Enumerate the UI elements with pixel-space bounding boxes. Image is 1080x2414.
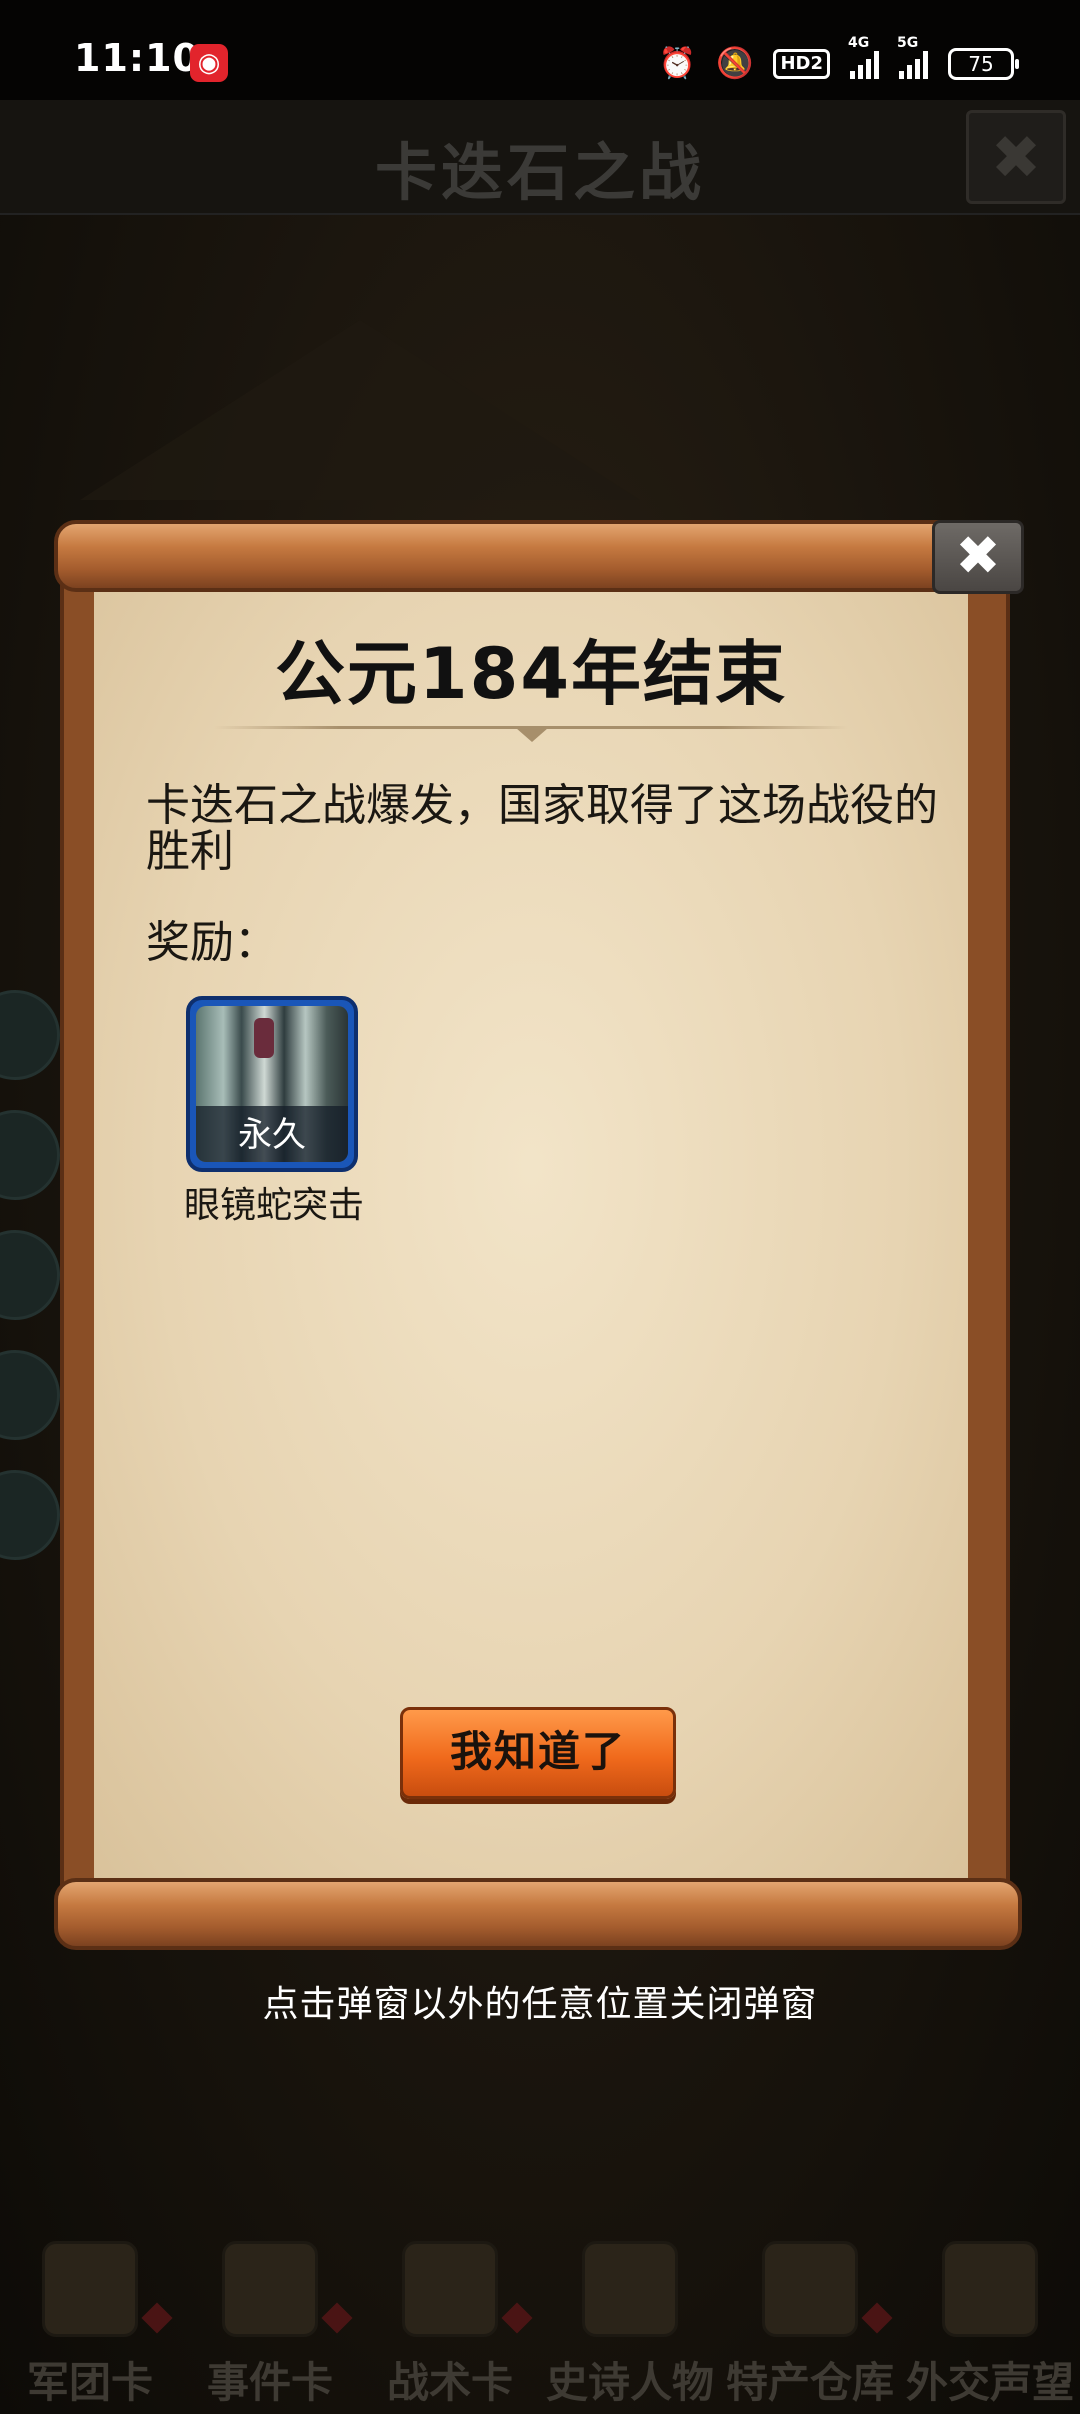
bottom-nav: 军团卡 事件卡 战术卡 史诗人物 特产仓库 外交声望 <box>0 2235 1080 2414</box>
status-bar: 11:10 ◉ ⏰ 🔕 HD2 4G 5G 75 <box>0 0 1080 100</box>
title-divider <box>214 726 848 742</box>
letter-icon <box>942 2241 1038 2337</box>
close-icon: ✖ <box>955 524 1001 587</box>
alarm-icon: ⏰ <box>658 46 697 81</box>
notification-dot <box>141 2302 173 2334</box>
close-icon: ✖ <box>990 123 1042 193</box>
notification-dot <box>861 2302 893 2334</box>
reward-duration-tag: 永久 <box>238 1115 306 1155</box>
nav-label: 外交声望 <box>905 2358 1074 2407</box>
scroll-icon <box>222 2241 318 2337</box>
side-button <box>0 990 60 1080</box>
hd-badge: HD2 <box>773 49 830 79</box>
signal-5g-icon: 5G <box>897 35 928 79</box>
nav-item-diplomacy[interactable]: 外交声望 <box>900 2235 1080 2414</box>
confirm-button[interactable]: 我知道了 <box>400 1707 676 1799</box>
nav-label: 战术卡 <box>386 2358 513 2407</box>
parchment: 公元184年结束 卡迭石之战爆发，国家取得了这场战役的胜利 奖励： 永久 眼镜蛇… <box>94 580 968 1880</box>
nav-item-event[interactable]: 事件卡 <box>180 2235 360 2414</box>
game-title: 卡迭石之战 <box>374 136 705 209</box>
network-type: 5G <box>897 35 919 51</box>
signal-4g-icon: 4G <box>848 35 879 79</box>
nav-item-warehouse[interactable]: 特产仓库 <box>720 2235 900 2414</box>
side-button <box>0 1110 60 1200</box>
dialog-close-button[interactable]: ✖ <box>932 520 1024 594</box>
side-button <box>0 1470 60 1560</box>
dialog-message: 卡迭石之战爆发，国家取得了这场战役的胜利 <box>146 780 938 877</box>
crown-icon <box>582 2241 678 2337</box>
nav-item-epic[interactable]: 史诗人物 <box>540 2235 720 2414</box>
side-buttons <box>0 990 60 1590</box>
scroll-rod-top <box>54 520 1022 592</box>
background-building <box>80 320 640 500</box>
netease-music-icon: ◉ <box>190 44 228 82</box>
helmet-icon <box>42 2241 138 2337</box>
notification-dot <box>501 2302 533 2334</box>
game-header: 卡迭石之战 ✖ <box>0 100 1080 215</box>
battery-icon: 75 <box>948 48 1019 80</box>
scroll-rod-bottom <box>54 1878 1022 1950</box>
side-button <box>0 1350 60 1440</box>
mute-icon: 🔕 <box>716 46 754 81</box>
nav-label: 事件卡 <box>206 2358 333 2407</box>
nav-item-tactics[interactable]: 战术卡 <box>360 2235 540 2414</box>
reward-card[interactable]: 永久 <box>186 996 358 1172</box>
side-button <box>0 1230 60 1320</box>
game-close-button[interactable]: ✖ <box>966 110 1066 204</box>
reward-name: 眼镜蛇突击 <box>183 1185 364 1226</box>
year-end-dialog: 公元184年结束 卡迭石之战爆发，国家取得了这场战役的胜利 奖励： 永久 眼镜蛇… <box>54 520 1022 1950</box>
status-time: 11:10 <box>74 36 200 80</box>
reward-label: 奖励： <box>146 917 278 968</box>
chest-icon <box>762 2241 858 2337</box>
warrior-figure <box>254 1018 274 1058</box>
nav-item-legion[interactable]: 军团卡 <box>0 2235 180 2414</box>
compass-icon <box>402 2241 498 2337</box>
notification-dot <box>321 2302 353 2334</box>
nav-label: 史诗人物 <box>545 2358 714 2407</box>
reward-image: 永久 <box>196 1006 348 1162</box>
nav-label: 特产仓库 <box>725 2358 894 2407</box>
dismiss-hint: 点击弹窗以外的任意位置关闭弹窗 <box>262 1984 818 2025</box>
nav-label: 军团卡 <box>26 2358 153 2407</box>
dialog-title: 公元184年结束 <box>274 633 788 715</box>
network-type: 4G <box>848 35 870 51</box>
